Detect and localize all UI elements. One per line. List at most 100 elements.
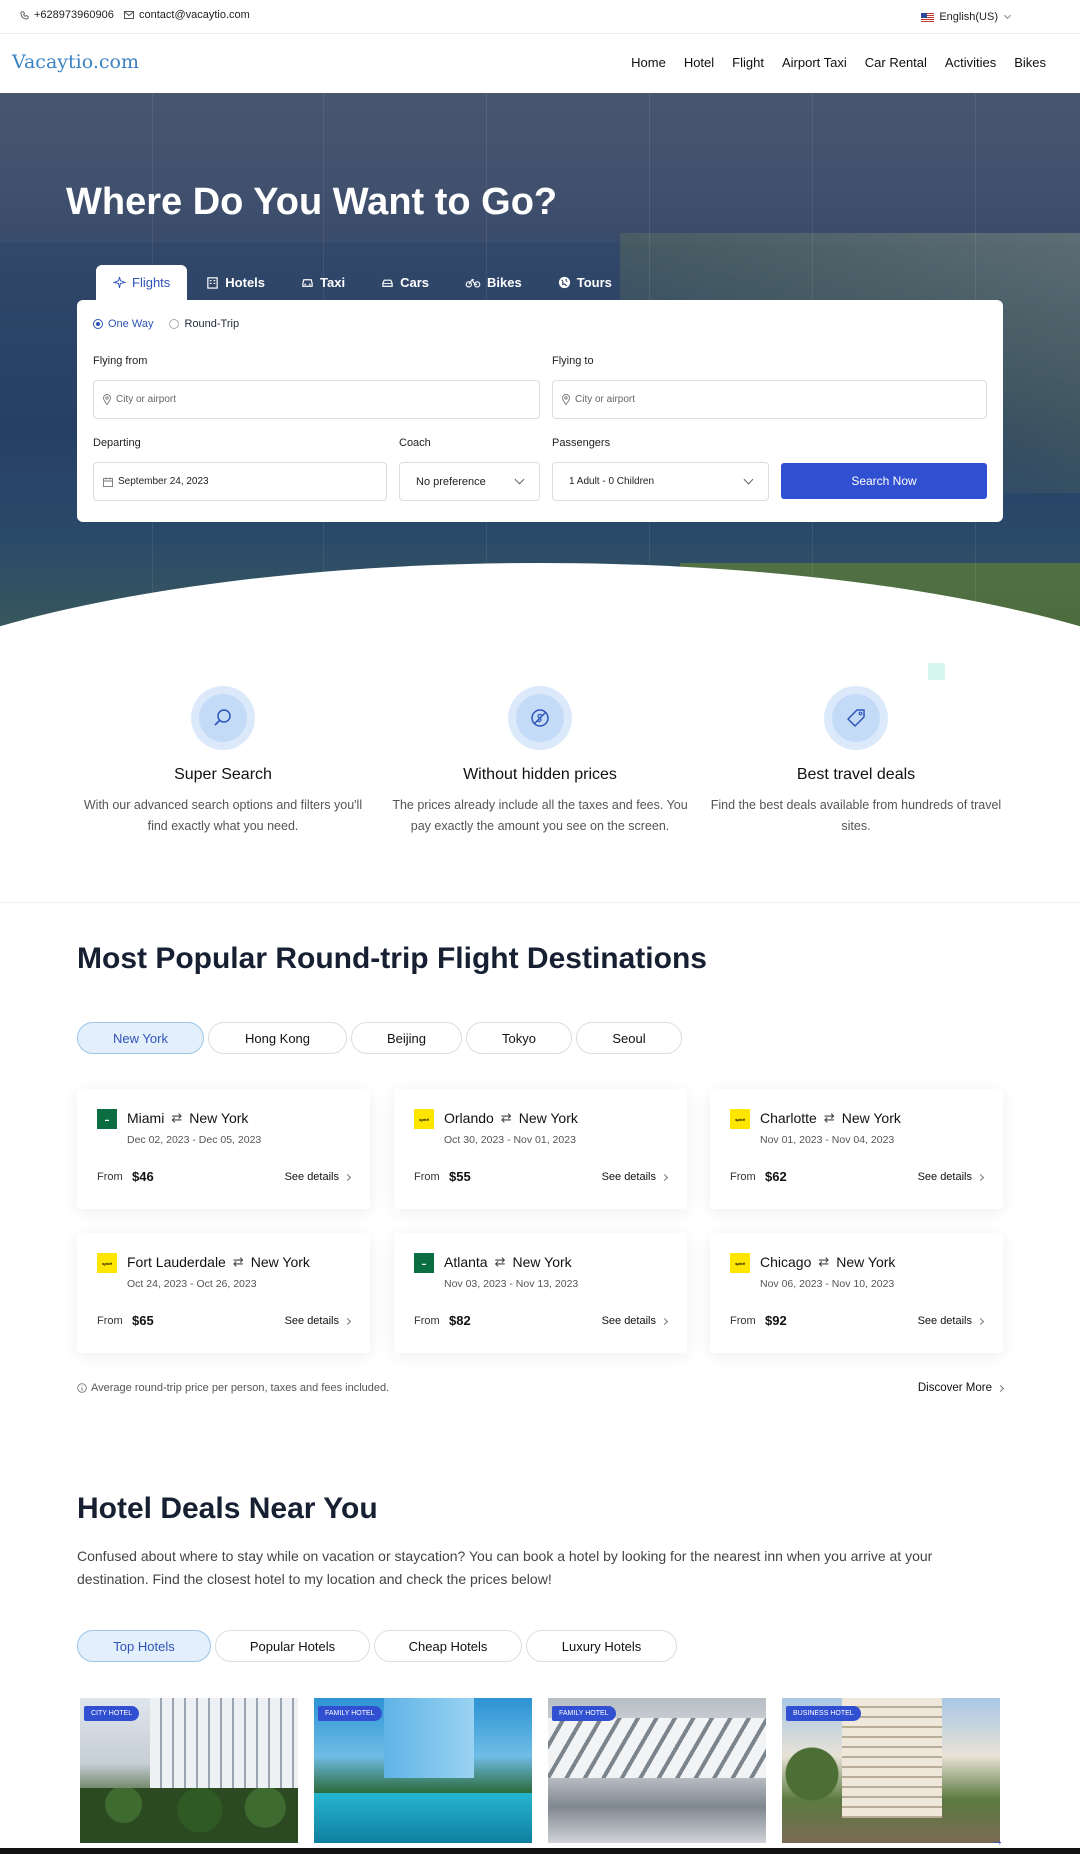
tab-cars[interactable]: Cars bbox=[364, 265, 446, 300]
flight-deal-card[interactable]: ▬ Miami ⇄ New York Dec 02, 2023 - Dec 05, … bbox=[77, 1089, 370, 1209]
see-details-label: See details bbox=[601, 1171, 656, 1183]
pill-cheap-hotels[interactable]: Cheap Hotels bbox=[374, 1630, 522, 1662]
round-trip-arrows-icon: ⇄ bbox=[232, 1254, 244, 1269]
destination-city: New York bbox=[836, 1254, 896, 1270]
chevron-right-icon bbox=[976, 1173, 985, 1181]
price-note-text: Average round-trip price per person, tax… bbox=[91, 1382, 390, 1394]
tab-bikes[interactable]: Bikes bbox=[448, 265, 539, 300]
feature-title: Best travel deals bbox=[796, 766, 916, 783]
pill-seoul[interactable]: Seoul bbox=[576, 1022, 682, 1054]
hotel-card[interactable]: FAMILY HOTEL bbox=[314, 1698, 532, 1843]
feature-title: Super Search bbox=[174, 766, 272, 783]
arrow-right-icon[interactable]: → bbox=[990, 1832, 1004, 1848]
nav-bikes[interactable]: Bikes bbox=[1014, 55, 1046, 70]
airline-logo-icon: spirit bbox=[97, 1253, 117, 1273]
flying-to-label: Flying to bbox=[552, 355, 594, 367]
feature-title: Without hidden prices bbox=[463, 766, 617, 783]
departing-date-input[interactable]: September 24, 2023 bbox=[93, 462, 387, 501]
price: $92 bbox=[765, 1313, 787, 1328]
hotel-card[interactable]: CITY HOTEL bbox=[80, 1698, 298, 1843]
nav-activities[interactable]: Activities bbox=[945, 55, 996, 70]
origin-city: Chicago bbox=[760, 1254, 812, 1270]
destination-city: New York bbox=[512, 1254, 572, 1270]
flying-from-label: Flying from bbox=[93, 355, 148, 367]
route: Atlanta ⇄ New York bbox=[444, 1254, 572, 1270]
city-filter-pills: New York Hong Kong Beijing Tokyo Seoul bbox=[77, 1022, 682, 1054]
pill-new-york[interactable]: New York bbox=[77, 1022, 204, 1054]
feature-icon-circle bbox=[824, 686, 888, 750]
hotels-title: Hotel Deals Near You bbox=[77, 1492, 378, 1525]
tab-flights[interactable]: Flights bbox=[96, 265, 188, 300]
search-now-button[interactable]: Search Now bbox=[781, 463, 987, 499]
nav-car-rental[interactable]: Car Rental bbox=[865, 55, 927, 70]
passengers-select[interactable]: 1 Adult - 0 Children bbox=[552, 462, 769, 501]
pill-popular-hotels[interactable]: Popular Hotels bbox=[215, 1630, 370, 1662]
see-details-link[interactable]: See details bbox=[601, 1171, 669, 1183]
radio-one-way[interactable]: One Way bbox=[93, 318, 153, 330]
flying-from-input[interactable]: City or airport bbox=[93, 380, 540, 419]
from-label: From bbox=[414, 1171, 440, 1183]
discover-more-link[interactable]: Discover More bbox=[917, 1382, 1005, 1394]
round-trip-arrows-icon: ⇄ bbox=[500, 1110, 512, 1125]
site-logo[interactable]: Vacaytio.com bbox=[12, 51, 139, 73]
see-details-label: See details bbox=[284, 1171, 339, 1183]
nav-home[interactable]: Home bbox=[631, 55, 666, 70]
destination-city: New York bbox=[189, 1110, 249, 1126]
radio-label: One Way bbox=[108, 318, 154, 330]
price: $82 bbox=[449, 1313, 471, 1328]
pill-tokyo[interactable]: Tokyo bbox=[466, 1022, 572, 1054]
car-icon bbox=[382, 279, 393, 287]
flight-deal-card[interactable]: ▬ Atlanta ⇄ New York Nov 03, 2023 - Nov 13… bbox=[394, 1233, 687, 1353]
magnifier-icon bbox=[214, 709, 231, 726]
flying-to-input[interactable]: City or airport bbox=[552, 380, 987, 419]
tab-taxi[interactable]: Taxi bbox=[284, 265, 362, 300]
tab-hotels[interactable]: Hotels bbox=[189, 265, 282, 300]
tab-tours[interactable]: Tours bbox=[541, 265, 629, 300]
chevron-right-icon bbox=[343, 1173, 352, 1181]
hotel-card[interactable]: FAMILY HOTEL bbox=[548, 1698, 766, 1843]
location-pin-icon bbox=[562, 394, 570, 405]
chevron-right-icon bbox=[660, 1173, 669, 1181]
pill-beijing[interactable]: Beijing bbox=[351, 1022, 462, 1054]
nav-flight[interactable]: Flight bbox=[732, 55, 764, 70]
tab-label: Hotels bbox=[225, 275, 266, 290]
email-contact[interactable]: contact@vacaytio.com bbox=[124, 9, 250, 21]
phone-contact[interactable]: +628973960906 bbox=[20, 9, 114, 21]
airline-logo-icon: spirit bbox=[730, 1109, 750, 1129]
flight-deal-card[interactable]: spirit Fort Lauderdale ⇄ New York Oct 24, … bbox=[77, 1233, 370, 1353]
hotel-card[interactable]: BUSINESS HOTEL bbox=[782, 1698, 1000, 1843]
flight-deal-card[interactable]: spirit Charlotte ⇄ New York Nov 01, 2023 -… bbox=[710, 1089, 1003, 1209]
origin-city: Miami bbox=[127, 1110, 165, 1126]
travel-dates: Dec 02, 2023 - Dec 05, 2023 bbox=[127, 1134, 262, 1146]
us-flag-icon bbox=[921, 12, 935, 22]
origin-city: Fort Lauderdale bbox=[127, 1254, 226, 1270]
see-details-link[interactable]: See details bbox=[284, 1171, 352, 1183]
nav-hotel[interactable]: Hotel bbox=[684, 55, 714, 70]
pill-hong-kong[interactable]: Hong Kong bbox=[208, 1022, 347, 1054]
tab-label: Flights bbox=[132, 275, 171, 290]
see-details-link[interactable]: See details bbox=[602, 1315, 669, 1327]
departing-label: Departing bbox=[93, 437, 141, 449]
no-fee-icon bbox=[531, 709, 549, 727]
see-details-label: See details bbox=[917, 1171, 972, 1183]
price: $55 bbox=[449, 1169, 471, 1184]
pill-top-hotels[interactable]: Top Hotels bbox=[77, 1630, 211, 1662]
email-address: contact@vacaytio.com bbox=[139, 9, 250, 21]
language-selector[interactable]: English(US) bbox=[921, 11, 1012, 23]
taxi-icon bbox=[302, 279, 313, 287]
see-details-link[interactable]: See details bbox=[285, 1315, 352, 1327]
see-details-link[interactable]: See details bbox=[918, 1315, 985, 1327]
coach-select[interactable]: No preference bbox=[399, 462, 540, 501]
discover-more-label: Discover More bbox=[917, 1382, 992, 1394]
pill-luxury-hotels[interactable]: Luxury Hotels bbox=[526, 1630, 677, 1662]
radio-round-trip[interactable]: Round-Trip bbox=[169, 318, 239, 330]
globe-icon bbox=[558, 276, 570, 289]
chevron-right-icon bbox=[976, 1317, 985, 1325]
feature-text: Find the best deals available from hundr… bbox=[710, 798, 1002, 833]
info-icon bbox=[77, 1383, 87, 1393]
hotel-building bbox=[150, 1698, 298, 1788]
flight-deal-card[interactable]: spirit Orlando ⇄ New York Oct 30, 2023 - N… bbox=[394, 1089, 687, 1209]
nav-airport-taxi[interactable]: Airport Taxi bbox=[782, 55, 847, 70]
flight-deal-card[interactable]: spirit Chicago ⇄ New York Nov 06, 2023 - N… bbox=[710, 1233, 1003, 1353]
see-details-link[interactable]: See details bbox=[917, 1171, 985, 1183]
